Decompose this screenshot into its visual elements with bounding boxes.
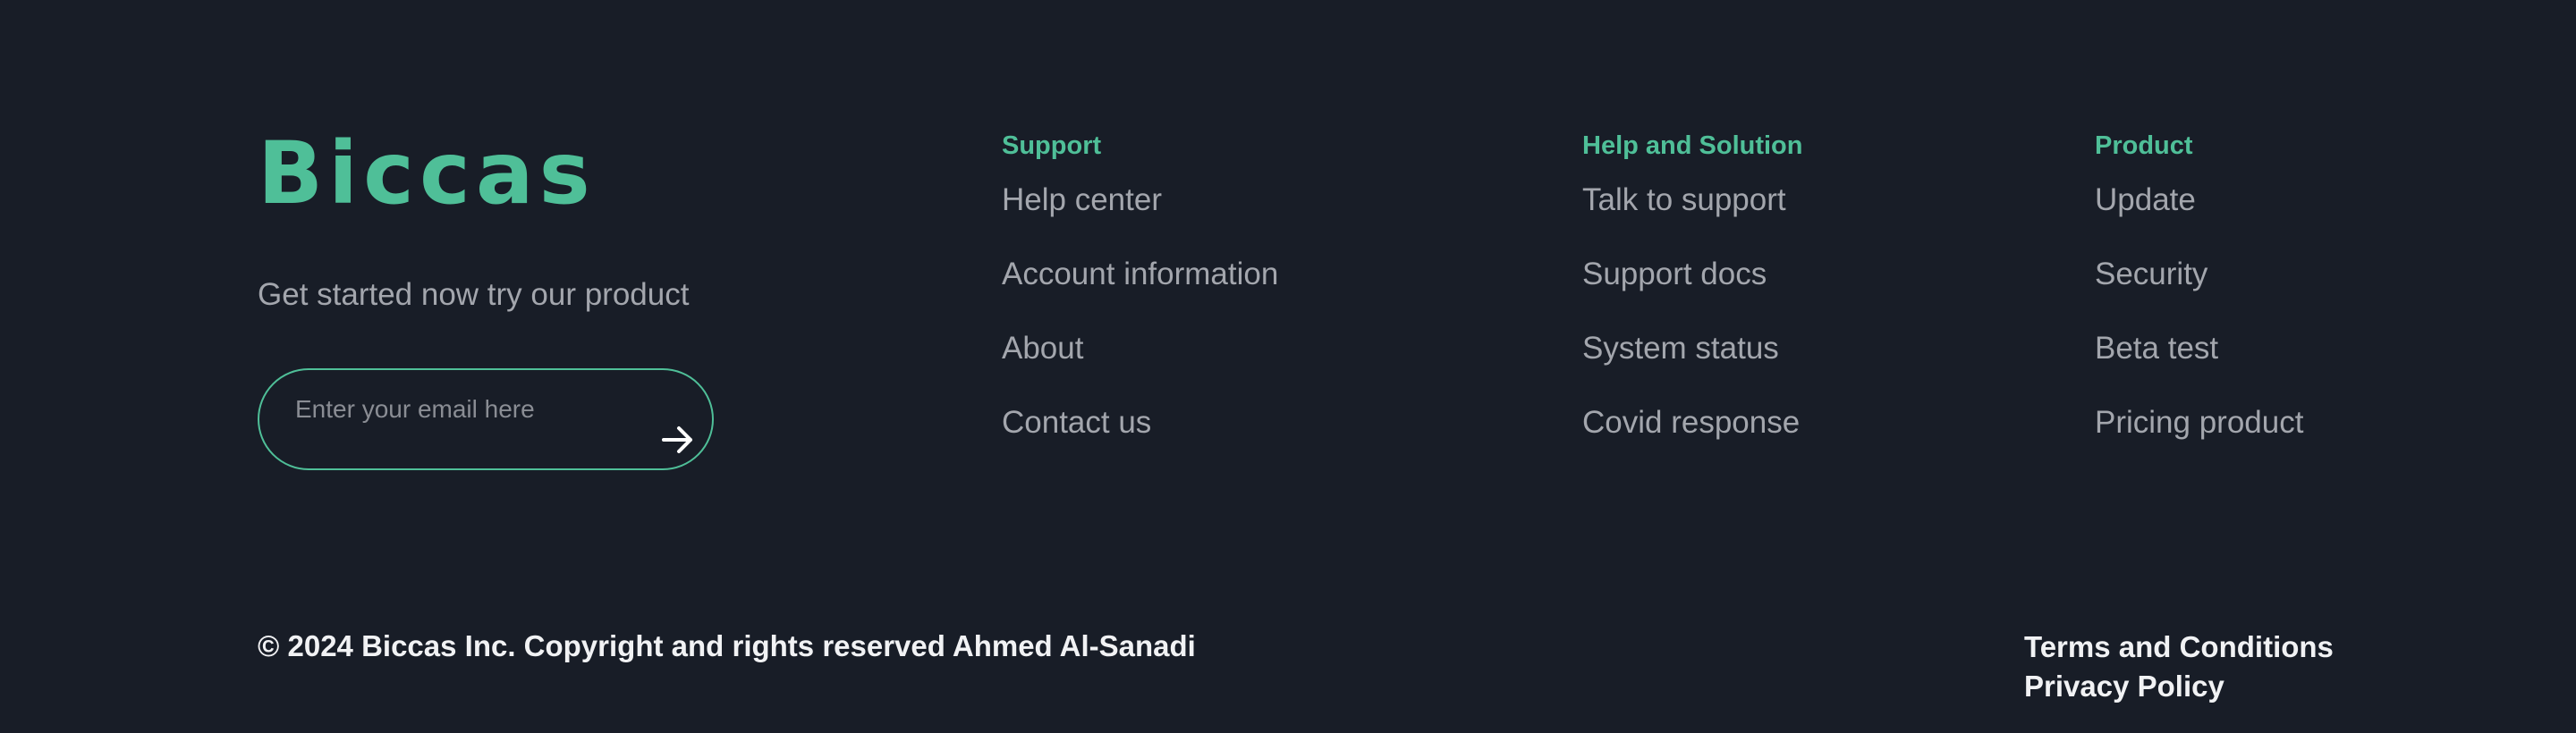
arrow-right-icon [662,426,692,453]
link-security[interactable]: Security [2095,257,2207,292]
footer-column-product: Product Update Security Beta test Pricin… [2095,131,2303,440]
newsletter-submit-button[interactable] [657,422,699,458]
brand-logo[interactable]: Biccas [258,131,596,216]
link-talk-to-support[interactable]: Talk to support [1582,182,1786,218]
link-support-docs[interactable]: Support docs [1582,257,1767,292]
brand-tagline: Get started now try our product [258,277,690,312]
link-account-information[interactable]: Account information [1002,257,1278,292]
link-contact-us[interactable]: Contact us [1002,405,1151,441]
privacy-policy-link[interactable]: Privacy Policy [2024,667,2334,706]
link-help-center[interactable]: Help center [1002,182,1162,218]
email-input[interactable] [295,392,635,427]
link-covid-response[interactable]: Covid response [1582,405,1800,441]
footer-column-help-and-solution: Help and Solution Talk to support Suppor… [1582,131,1803,440]
newsletter-form [258,368,714,470]
link-update[interactable]: Update [2095,182,2196,218]
column-heading: Help and Solution [1582,131,1803,160]
column-heading: Support [1002,131,1102,160]
link-beta-test[interactable]: Beta test [2095,331,2218,366]
link-system-status[interactable]: System status [1582,331,1779,366]
footer-column-support: Support Help center Account information … [1002,131,1278,440]
terms-and-conditions-link[interactable]: Terms and Conditions [2024,628,2334,667]
link-about[interactable]: About [1002,331,1083,366]
link-pricing-product[interactable]: Pricing product [2095,405,2303,441]
copyright-text: © 2024 Biccas Inc. Copyright and rights … [258,629,1196,662]
column-heading: Product [2095,131,2193,160]
legal-links: Terms and Conditions Privacy Policy [2024,628,2334,706]
